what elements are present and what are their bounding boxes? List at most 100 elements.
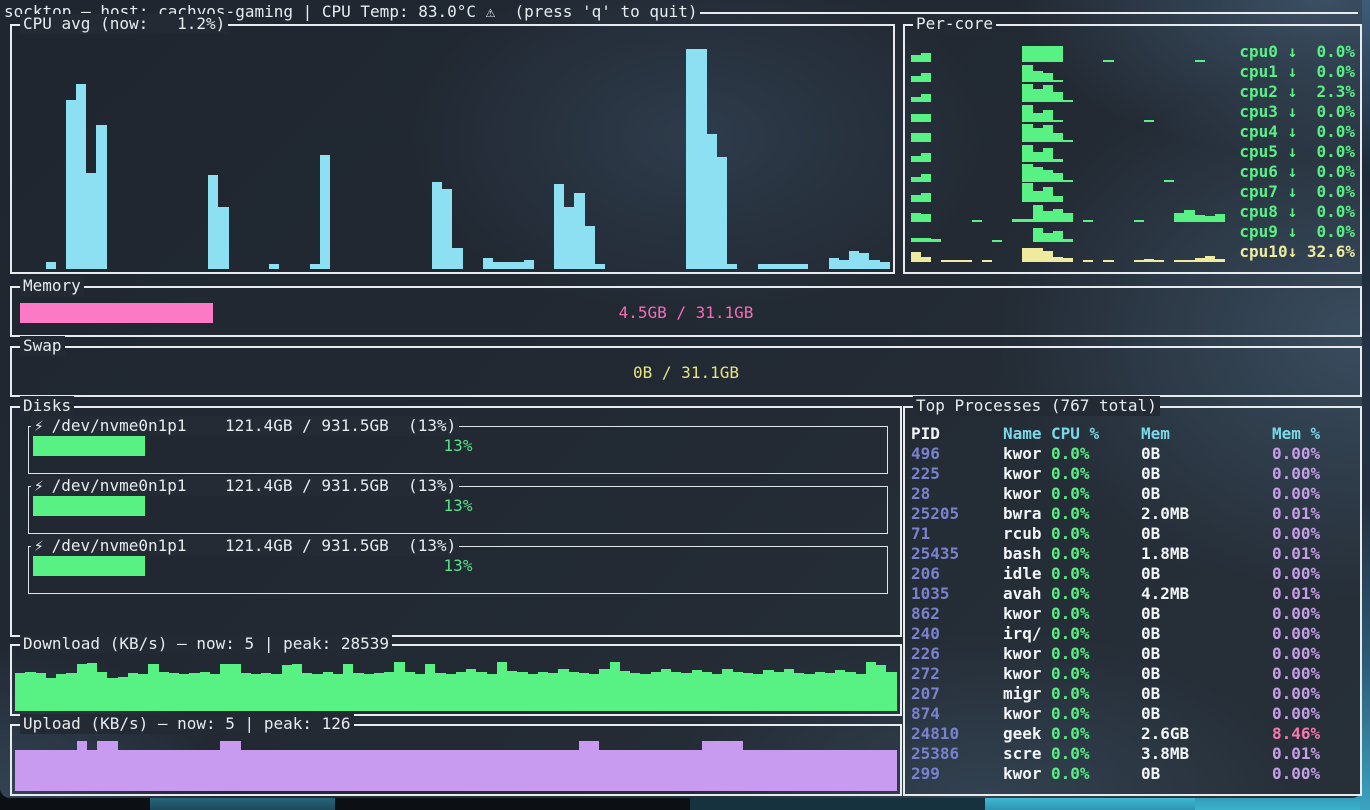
per-core-list: cpu0 ↓ 0.0%cpu1 ↓ 0.0%cpu2 ↓ 2.3%cpu3 ↓ … bbox=[911, 42, 1355, 262]
spark-bar bbox=[1033, 89, 1043, 102]
core-row-cpu10: cpu10↓ 32.6% bbox=[911, 242, 1355, 262]
download-bar bbox=[251, 674, 261, 711]
download-bar bbox=[476, 672, 486, 711]
process-row: 496kwor0.0%0B0.00% bbox=[909, 444, 1358, 464]
cpu-avg-bar bbox=[697, 49, 707, 269]
cpu-avg-bar bbox=[513, 262, 523, 269]
process-mem-pct: 0.00% bbox=[1272, 604, 1358, 624]
cpu-avg-bar bbox=[788, 264, 798, 269]
download-bar bbox=[261, 673, 271, 711]
upload-bar bbox=[702, 741, 712, 791]
spark-bar bbox=[1103, 60, 1113, 62]
spark-bar bbox=[921, 257, 931, 262]
process-name: kwor bbox=[1003, 764, 1051, 784]
download-bar bbox=[456, 672, 466, 711]
cpu9-label: cpu9 ↓ 0.0% bbox=[1231, 222, 1355, 242]
download-panel: Download (KB/s) — now: 5 | peak: 28539 bbox=[10, 644, 902, 716]
spark-bar bbox=[911, 252, 921, 262]
download-chart bbox=[15, 658, 897, 711]
terminal-window[interactable]: socktop — host: cachyos-gaming | CPU Tem… bbox=[0, 0, 1362, 798]
upload-bar bbox=[610, 750, 620, 791]
spark-bar bbox=[1022, 65, 1032, 82]
cpu-avg-bar bbox=[218, 207, 228, 269]
process-mem: 0B bbox=[1141, 764, 1272, 784]
download-bar bbox=[210, 674, 220, 711]
download-bar bbox=[569, 672, 579, 711]
spark-bar bbox=[1043, 73, 1053, 83]
spark-bar bbox=[921, 94, 931, 102]
upload-chart bbox=[15, 738, 897, 791]
process-mem: 2.0MB bbox=[1141, 504, 1272, 524]
process-cpu: 0.0% bbox=[1051, 724, 1141, 744]
download-bar bbox=[159, 672, 169, 711]
download-bar bbox=[804, 674, 814, 711]
upload-bar bbox=[169, 750, 179, 791]
process-col-header: PID bbox=[911, 424, 1003, 444]
cpu10-label: cpu10↓ 32.6% bbox=[1231, 242, 1355, 262]
spark-bar bbox=[911, 195, 921, 202]
spark-bar bbox=[1195, 60, 1205, 62]
download-bar bbox=[220, 664, 230, 711]
spark-bar bbox=[1053, 133, 1063, 143]
process-pid: 225 bbox=[911, 464, 1003, 484]
cpu2-sparkline bbox=[911, 83, 1225, 102]
upload-bar bbox=[456, 750, 466, 791]
spark-bar bbox=[952, 260, 962, 262]
upload-bar bbox=[179, 750, 189, 791]
download-bar bbox=[661, 669, 671, 711]
disk-entry-text: /dev/nvme0n1p1 121.4GB / 931.5GB (13%) bbox=[52, 416, 457, 436]
download-bar bbox=[200, 672, 210, 711]
disk-zap-icon: ⚡ bbox=[34, 476, 44, 496]
core-row-cpu6: cpu6 ↓ 0.0% bbox=[911, 162, 1355, 182]
core-row-cpu8: cpu8 ↓ 0.0% bbox=[911, 202, 1355, 222]
upload-bar bbox=[210, 750, 220, 791]
spark-bar bbox=[1215, 259, 1225, 262]
process-mem-pct: 0.00% bbox=[1272, 564, 1358, 584]
upload-bar bbox=[692, 750, 702, 791]
cpu3-sparkline bbox=[911, 103, 1225, 122]
spark-bar bbox=[1033, 248, 1043, 262]
process-name: scre bbox=[1003, 744, 1051, 764]
process-table-header: PIDNameCPU %MemMem % bbox=[909, 424, 1358, 444]
process-pid: 206 bbox=[911, 564, 1003, 584]
download-bar bbox=[282, 665, 292, 711]
process-mem: 0B bbox=[1141, 644, 1272, 664]
process-pid: 25435 bbox=[911, 544, 1003, 564]
process-mem: 2.6GB bbox=[1141, 724, 1272, 744]
spark-bar bbox=[1043, 251, 1053, 262]
spark-bar bbox=[1022, 248, 1032, 262]
cpu-avg-bar bbox=[585, 226, 595, 270]
process-cpu: 0.0% bbox=[1051, 624, 1141, 644]
download-bar bbox=[128, 673, 138, 711]
disk-entry-title: ⚡/dev/nvme0n1p1 121.4GB / 931.5GB (13%) bbox=[31, 536, 459, 556]
process-cpu: 0.0% bbox=[1051, 604, 1141, 624]
memory-gauge-label: 4.5GB / 31.1GB bbox=[20, 303, 1352, 323]
spark-bar bbox=[1033, 46, 1043, 62]
spark-bar bbox=[911, 97, 921, 102]
download-bar bbox=[651, 672, 661, 711]
upload-bar bbox=[97, 741, 107, 791]
process-row: 862kwor0.0%0B0.00% bbox=[909, 604, 1358, 624]
process-mem: 4.2MB bbox=[1141, 584, 1272, 604]
cpu8-sparkline bbox=[911, 203, 1225, 222]
process-col-header: Mem bbox=[1141, 424, 1272, 444]
upload-bar bbox=[128, 750, 138, 791]
spark-bar bbox=[941, 260, 951, 262]
upload-bar bbox=[302, 750, 312, 791]
process-cpu: 0.0% bbox=[1051, 644, 1141, 664]
download-bar bbox=[312, 674, 322, 711]
process-name: kwor bbox=[1003, 644, 1051, 664]
titlebar-rule bbox=[700, 12, 1358, 22]
spark-bar bbox=[921, 193, 931, 203]
process-mem: 0B bbox=[1141, 564, 1272, 584]
upload-bar bbox=[886, 750, 896, 791]
download-bar bbox=[538, 672, 548, 711]
process-mem-pct: 0.00% bbox=[1272, 704, 1358, 724]
process-row: 25205bwra0.0%2.0MB0.01% bbox=[909, 504, 1358, 524]
spark-bar bbox=[1134, 220, 1144, 222]
process-mem-pct: 0.01% bbox=[1272, 744, 1358, 764]
spark-bar bbox=[1033, 152, 1043, 162]
download-bar bbox=[353, 673, 363, 711]
process-row: 71rcub0.0%0B0.00% bbox=[909, 524, 1358, 544]
process-cpu: 0.0% bbox=[1051, 464, 1141, 484]
